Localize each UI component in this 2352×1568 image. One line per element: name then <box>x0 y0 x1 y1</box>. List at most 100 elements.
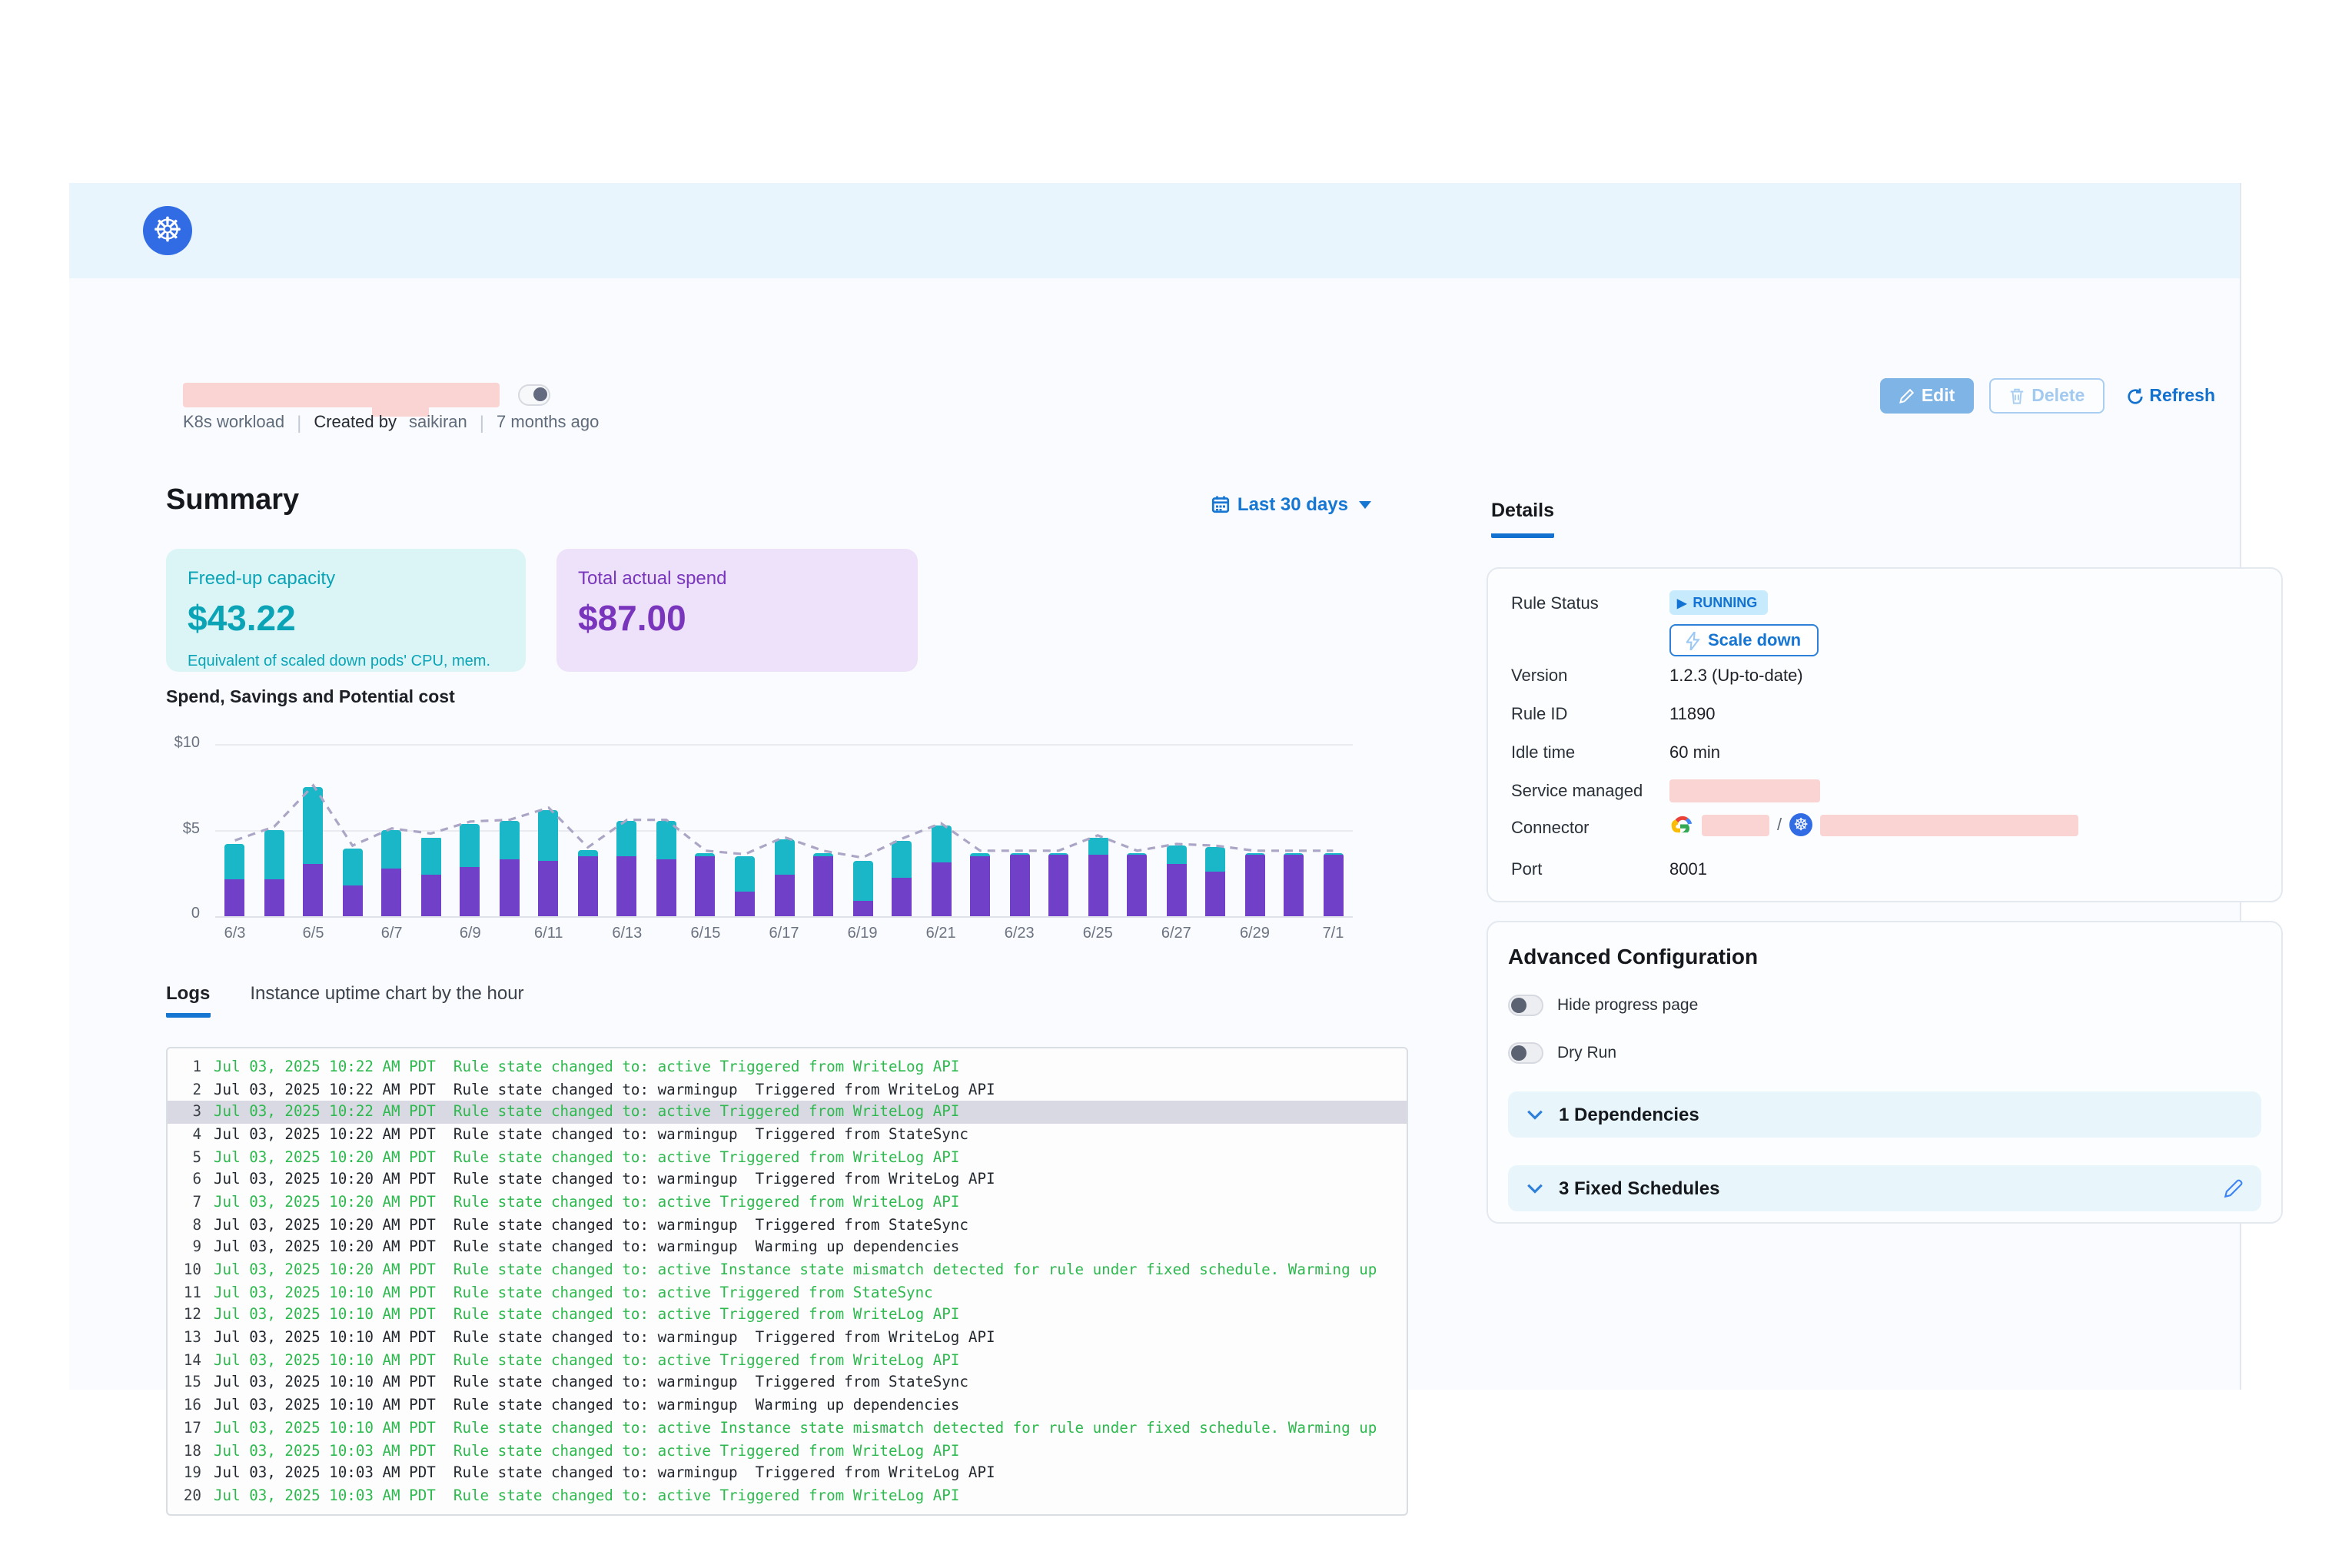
workload-enabled-toggle[interactable] <box>518 384 550 406</box>
log-line-text: Jul 03, 2025 10:22 AM PDT Rule state cha… <box>214 1104 959 1121</box>
log-line-number: 11 <box>174 1284 201 1301</box>
rule-id-label: Rule ID <box>1511 706 1567 724</box>
x-tick-6/23: 6/23 <box>993 925 1045 942</box>
dry-run-label: Dry Run <box>1557 1044 1616 1062</box>
advanced-config-title: Advanced Configuration <box>1508 944 2261 968</box>
summary-title: Summary <box>166 484 299 518</box>
log-line-number: 14 <box>174 1353 201 1370</box>
log-line-text: Jul 03, 2025 10:10 AM PDT Rule state cha… <box>214 1353 959 1370</box>
connector-project-redacted <box>1702 814 1769 835</box>
log-row-11[interactable]: 11Jul 03, 2025 10:10 AM PDT Rule state c… <box>168 1282 1407 1304</box>
log-viewer[interactable]: 1Jul 03, 2025 10:22 AM PDT Rule state ch… <box>166 1047 1408 1516</box>
log-row-19[interactable]: 19Jul 03, 2025 10:03 AM PDT Rule state c… <box>168 1463 1407 1485</box>
log-line-text: Jul 03, 2025 10:10 AM PDT Rule state cha… <box>214 1307 959 1324</box>
header <box>69 183 2240 278</box>
x-tick-6/3: 6/3 <box>209 925 261 942</box>
log-row-6[interactable]: 6Jul 03, 2025 10:20 AM PDT Rule state ch… <box>168 1169 1407 1191</box>
refresh-button[interactable]: Refresh <box>2120 387 2221 405</box>
log-line-number: 18 <box>174 1443 201 1460</box>
log-line-text: Jul 03, 2025 10:10 AM PDT Rule state cha… <box>214 1397 959 1414</box>
dependencies-label: 1 Dependencies <box>1559 1104 1699 1125</box>
google-cloud-icon <box>1669 815 1694 835</box>
log-row-12[interactable]: 12Jul 03, 2025 10:10 AM PDT Rule state c… <box>168 1304 1407 1327</box>
log-row-7[interactable]: 7 Jul 03, 2025 10:20 AM PDT Rule state ch… <box>168 1191 1407 1214</box>
scale-down-button[interactable]: Scale down <box>1669 624 1818 656</box>
freed-capacity-value: $43.22 <box>188 598 504 639</box>
meta-divider: | <box>480 412 484 434</box>
log-line-text: Jul 03, 2025 10:22 AM PDT Rule state cha… <box>214 1127 968 1144</box>
log-row-16[interactable]: 16Jul 03, 2025 10:10 AM PDT Rule state c… <box>168 1395 1407 1417</box>
status-badge: ▶ RUNNING <box>1669 590 1768 615</box>
rule-id-value: 11890 <box>1669 706 1716 724</box>
log-line-text: Jul 03, 2025 10:22 AM PDT Rule state cha… <box>214 1081 995 1098</box>
x-tick-6/5: 6/5 <box>287 925 340 942</box>
log-line-number: 15 <box>174 1375 201 1392</box>
chart-title: Spend, Savings and Potential cost <box>166 689 455 707</box>
hide-progress-toggle[interactable] <box>1508 995 1543 1016</box>
workload-meta: K8s workload | Created by saikiran | 7 m… <box>183 412 599 434</box>
log-line-number: 9 <box>174 1240 201 1257</box>
edit-schedules-icon[interactable] <box>2223 1178 2243 1198</box>
log-row-14[interactable]: 14 Jul 03, 2025 10:10 AM PDT Rule state c… <box>168 1350 1407 1372</box>
workload-type-label: K8s workload <box>183 414 284 432</box>
log-row-5[interactable]: 5 Jul 03, 2025 10:20 AM PDT Rule state ch… <box>168 1147 1407 1169</box>
trash-icon <box>2008 387 2024 404</box>
delete-button[interactable]: Delete <box>1988 378 2105 414</box>
log-row-18[interactable]: 18Jul 03, 2025 10:03 AM PDT Rule state c… <box>168 1440 1407 1462</box>
log-line-text: Jul 03, 2025 10:20 AM PDT Rule state cha… <box>214 1149 959 1166</box>
log-line-number: 8 <box>174 1217 201 1234</box>
fixed-schedules-expander[interactable]: 3 Fixed Schedules <box>1508 1165 2261 1211</box>
total-spend-label: Total actual spend <box>578 567 896 589</box>
spend-savings-chart: 6/36/56/76/96/116/136/156/176/196/216/23… <box>215 744 1353 916</box>
dependencies-expander[interactable]: 1 Dependencies <box>1508 1091 2261 1138</box>
x-tick-6/11: 6/11 <box>523 925 575 942</box>
log-row-3[interactable]: 3Jul 03, 2025 10:22 AM PDT Rule state ch… <box>168 1101 1407 1124</box>
port-label: Port <box>1511 861 1542 879</box>
tab-details[interactable]: Details <box>1491 500 1554 538</box>
x-tick-6/9: 6/9 <box>444 925 497 942</box>
log-row-8[interactable]: 8 Jul 03, 2025 10:20 AM PDT Rule state ch… <box>168 1214 1407 1237</box>
log-line-number: 10 <box>174 1262 201 1279</box>
log-row-20[interactable]: 20Jul 03, 2025 10:03 AM PDT Rule state c… <box>168 1485 1407 1507</box>
log-row-15[interactable]: 15 Jul 03, 2025 10:10 AM PDT Rule state c… <box>168 1372 1407 1394</box>
x-tick-6/13: 6/13 <box>601 925 653 942</box>
log-line-number: 7 <box>174 1194 201 1211</box>
log-line-text: Jul 03, 2025 10:10 AM PDT Rule state cha… <box>214 1375 968 1392</box>
log-row-10[interactable]: 10Jul 03, 2025 10:20 AM PDT Rule state c… <box>168 1259 1407 1281</box>
log-row-9[interactable]: 9Jul 03, 2025 10:20 AM PDT Rule state ch… <box>168 1237 1407 1259</box>
log-row-1[interactable]: 1Jul 03, 2025 10:22 AM PDT Rule state ch… <box>168 1056 1407 1078</box>
fixed-schedules-label: 3 Fixed Schedules <box>1559 1178 1719 1199</box>
total-spend-value: $87.00 <box>578 598 896 639</box>
workload-title-redacted <box>183 383 500 407</box>
idle-time-label: Idle time <box>1511 744 1575 762</box>
advanced-config-card: Advanced Configuration Hide progress pag… <box>1487 921 2283 1224</box>
chevron-down-icon <box>1359 500 1371 508</box>
freed-capacity-card: Freed-up capacity $43.22 Equivalent of s… <box>166 549 526 672</box>
log-line-number: 5 <box>174 1149 201 1166</box>
tab-logs[interactable]: Logs <box>166 982 210 1018</box>
toggle-knob <box>533 387 547 401</box>
log-line-text: Jul 03, 2025 10:20 AM PDT Rule state cha… <box>214 1217 968 1234</box>
log-row-17[interactable]: 17Jul 03, 2025 10:10 AM PDT Rule state c… <box>168 1417 1407 1440</box>
x-axis-line <box>215 916 1353 918</box>
log-row-13[interactable]: 13Jul 03, 2025 10:10 AM PDT Rule state c… <box>168 1327 1407 1350</box>
x-tick-6/19: 6/19 <box>836 925 889 942</box>
y-tick-10: $10 <box>154 735 200 752</box>
toggle-knob <box>1511 1045 1526 1060</box>
tab-uptime-chart[interactable]: Instance uptime chart by the hour <box>250 982 523 1018</box>
edit-button[interactable]: Edit <box>1880 378 1973 414</box>
x-tick-6/17: 6/17 <box>758 925 810 942</box>
toggle-knob <box>1511 997 1526 1012</box>
dry-run-toggle[interactable] <box>1508 1042 1543 1064</box>
details-card: Rule Status ▶ RUNNING Scale down Version… <box>1487 567 2283 902</box>
log-row-2[interactable]: 2Jul 03, 2025 10:22 AM PDT Rule state ch… <box>168 1078 1407 1101</box>
date-range-selector[interactable]: Last 30 days <box>1211 493 1371 515</box>
connector-cluster-redacted <box>1820 814 2078 835</box>
log-line-text: Jul 03, 2025 10:10 AM PDT Rule state cha… <box>214 1420 1377 1437</box>
y-tick-0: 0 <box>154 905 200 922</box>
log-row-4[interactable]: 4Jul 03, 2025 10:22 AM PDT Rule state ch… <box>168 1124 1407 1146</box>
log-line-number: 19 <box>174 1465 201 1482</box>
log-line-text: Jul 03, 2025 10:20 AM PDT Rule state cha… <box>214 1194 959 1211</box>
created-by-user[interactable]: saikiran <box>409 414 467 432</box>
chevron-down-icon <box>1526 1183 1543 1194</box>
